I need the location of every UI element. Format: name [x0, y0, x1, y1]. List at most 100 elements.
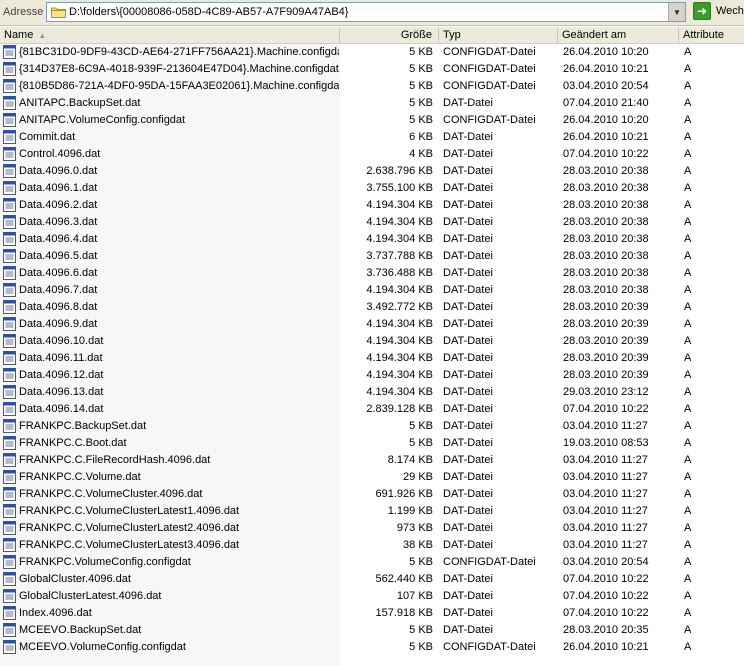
file-size: 4.194.304 KB: [366, 335, 433, 347]
file-row[interactable]: Data.4096.8.dat 3.492.772 KB DAT-Datei 28.0…: [0, 299, 744, 316]
file-name: Data.4096.4.dat: [19, 233, 98, 245]
file-modified: 28.03.2010 20:38: [563, 199, 649, 211]
file-icon: [3, 487, 16, 501]
file-icon: [3, 538, 16, 552]
file-modified: 28.03.2010 20:38: [563, 267, 649, 279]
file-modified: 28.03.2010 20:39: [563, 369, 649, 381]
file-attributes: A: [684, 318, 692, 330]
file-modified: 28.03.2010 20:38: [563, 165, 649, 177]
file-type: DAT-Datei: [443, 607, 493, 619]
file-modified: 07.04.2010 21:40: [563, 97, 649, 109]
file-row[interactable]: FRANKPC.C.Boot.dat 5 KB DAT-Datei 19.03.201…: [0, 435, 744, 452]
file-size: 4.194.304 KB: [366, 318, 433, 330]
file-row[interactable]: FRANKPC.C.FileRecordHash.4096.dat 8.174 K…: [0, 452, 744, 469]
file-type: DAT-Datei: [443, 352, 493, 364]
file-attributes: A: [684, 352, 692, 364]
file-row[interactable]: Index.4096.dat 157.918 KB DAT-Datei 07.04.2…: [0, 605, 744, 622]
column-header-size[interactable]: Größe: [340, 27, 439, 43]
file-attributes: A: [684, 556, 692, 568]
file-icon: [3, 317, 16, 331]
file-icon: [3, 147, 16, 161]
file-modified: 28.03.2010 20:35: [563, 624, 649, 636]
file-modified: 28.03.2010 20:38: [563, 216, 649, 228]
file-size: 4.194.304 KB: [366, 233, 433, 245]
file-name: FRANKPC.C.Boot.dat: [19, 437, 127, 449]
file-icon: [3, 419, 16, 433]
file-modified: 28.03.2010 20:38: [563, 284, 649, 296]
file-attributes: A: [684, 590, 692, 602]
file-attributes: A: [684, 250, 692, 262]
file-modified: 28.03.2010 20:39: [563, 301, 649, 313]
address-dropdown-button[interactable]: ▼: [668, 3, 685, 21]
file-row[interactable]: ANITAPC.BackupSet.dat 5 KB DAT-Datei 07.04.…: [0, 95, 744, 112]
file-size: 5 KB: [409, 46, 433, 58]
address-path: D:\folders\{00008086-058D-4C89-AB57-A7F9…: [69, 6, 349, 18]
file-row[interactable]: Commit.dat 6 KB DAT-Datei 26.04.2010 10:21 A: [0, 129, 744, 146]
file-name: MCEEVO.VolumeConfig.configdat: [19, 641, 186, 653]
file-row[interactable]: FRANKPC.C.VolumeClusterLatest1.4096.dat 1…: [0, 503, 744, 520]
file-row[interactable]: GlobalCluster.4096.dat 562.440 KB DAT-Date…: [0, 571, 744, 588]
file-icon: [3, 283, 16, 297]
file-size: 5 KB: [409, 437, 433, 449]
file-row[interactable]: {81BC31D0-9DF9-43CD-AE64-271FF756AA21}.M…: [0, 44, 744, 61]
column-header-name[interactable]: Name ▲: [0, 27, 340, 43]
file-name: Data.4096.9.dat: [19, 318, 98, 330]
file-name: ANITAPC.BackupSet.dat: [19, 97, 141, 109]
file-type: DAT-Datei: [443, 97, 493, 109]
file-size: 691.926 KB: [375, 488, 434, 500]
file-row[interactable]: Data.4096.11.dat 4.194.304 KB DAT-Datei 28.…: [0, 350, 744, 367]
file-size: 973 KB: [396, 522, 433, 534]
column-header-type[interactable]: Typ: [439, 27, 558, 43]
file-row[interactable]: {810B5D86-721A-4DF0-95DA-15FAA3E02061}.M…: [0, 78, 744, 95]
file-row[interactable]: FRANKPC.C.VolumeClusterLatest3.4096.dat 3…: [0, 537, 744, 554]
file-row[interactable]: Data.4096.6.dat 3.736.488 KB DAT-Datei 28.0…: [0, 265, 744, 282]
file-row[interactable]: FRANKPC.C.VolumeClusterLatest2.4096.dat 9…: [0, 520, 744, 537]
file-row[interactable]: Data.4096.1.dat 3.755.100 KB DAT-Datei 28.0…: [0, 180, 744, 197]
address-input[interactable]: D:\folders\{00008086-058D-4C89-AB57-A7F9…: [46, 2, 686, 22]
file-attributes: A: [684, 148, 692, 160]
file-modified: 29.03.2010 23:12: [563, 386, 649, 398]
column-header-date[interactable]: Geändert am: [558, 27, 679, 43]
file-row[interactable]: Data.4096.10.dat 4.194.304 KB DAT-Datei 28.…: [0, 333, 744, 350]
file-icon: [3, 198, 16, 212]
file-modified: 03.04.2010 11:27: [563, 505, 648, 517]
file-row[interactable]: Data.4096.13.dat 4.194.304 KB DAT-Datei 29.…: [0, 384, 744, 401]
file-attributes: A: [684, 505, 692, 517]
file-row[interactable]: FRANKPC.C.Volume.dat 29 KB DAT-Datei 03.04.…: [0, 469, 744, 486]
file-type: DAT-Datei: [443, 335, 493, 347]
file-row[interactable]: Control.4096.dat 4 KB DAT-Datei 07.04.2010 …: [0, 146, 744, 163]
file-size: 4 KB: [409, 148, 433, 160]
file-icon: [3, 96, 16, 110]
file-attributes: A: [684, 284, 692, 296]
file-row[interactable]: Data.4096.0.dat 2.638.796 KB DAT-Datei 28.0…: [0, 163, 744, 180]
file-name: MCEEVO.BackupSet.dat: [19, 624, 142, 636]
file-size: 4.194.304 KB: [366, 199, 433, 211]
file-row[interactable]: {314D37E8-6C9A-4018-939F-213604E47D04}.M…: [0, 61, 744, 78]
file-size: 29 KB: [403, 471, 433, 483]
file-name: {314D37E8-6C9A-4018-939F-213604E47D04}.M…: [19, 63, 339, 75]
file-row[interactable]: Data.4096.4.dat 4.194.304 KB DAT-Datei 28.0…: [0, 231, 744, 248]
file-modified: 07.04.2010 10:22: [563, 590, 649, 602]
file-row[interactable]: Data.4096.9.dat 4.194.304 KB DAT-Datei 28.0…: [0, 316, 744, 333]
file-row[interactable]: Data.4096.2.dat 4.194.304 KB DAT-Datei 28.0…: [0, 197, 744, 214]
file-row[interactable]: FRANKPC.VolumeConfig.configdat 5 KB CONFIG…: [0, 554, 744, 571]
sort-ascending-icon: ▲: [38, 31, 47, 40]
file-row[interactable]: Data.4096.7.dat 4.194.304 KB DAT-Datei 28.0…: [0, 282, 744, 299]
file-row[interactable]: MCEEVO.VolumeConfig.configdat 5 KB CONFIGD…: [0, 639, 744, 656]
file-row[interactable]: Data.4096.14.dat 2.839.128 KB DAT-Datei 07.…: [0, 401, 744, 418]
file-icon: [3, 589, 16, 603]
file-name: {81BC31D0-9DF9-43CD-AE64-271FF756AA21}.M…: [19, 46, 339, 58]
column-header-attributes[interactable]: Attribute: [679, 27, 744, 43]
file-row[interactable]: FRANKPC.C.VolumeCluster.4096.dat 691.926 …: [0, 486, 744, 503]
file-attributes: A: [684, 46, 692, 58]
file-size: 5 KB: [409, 114, 433, 126]
file-row[interactable]: FRANKPC.BackupSet.dat 5 KB DAT-Datei 03.04.…: [0, 418, 744, 435]
file-row[interactable]: GlobalClusterLatest.4096.dat 107 KB DAT-Da…: [0, 588, 744, 605]
file-row[interactable]: ANITAPC.VolumeConfig.configdat 5 KB CONFIG…: [0, 112, 744, 129]
go-button[interactable]: ➜ Wechseln: [693, 2, 744, 22]
file-list: {81BC31D0-9DF9-43CD-AE64-271FF756AA21}.M…: [0, 44, 744, 656]
file-row[interactable]: MCEEVO.BackupSet.dat 5 KB DAT-Datei 28.03.2…: [0, 622, 744, 639]
file-row[interactable]: Data.4096.12.dat 4.194.304 KB DAT-Datei 28.…: [0, 367, 744, 384]
file-row[interactable]: Data.4096.3.dat 4.194.304 KB DAT-Datei 28.0…: [0, 214, 744, 231]
file-row[interactable]: Data.4096.5.dat 3.737.788 KB DAT-Datei 28.0…: [0, 248, 744, 265]
